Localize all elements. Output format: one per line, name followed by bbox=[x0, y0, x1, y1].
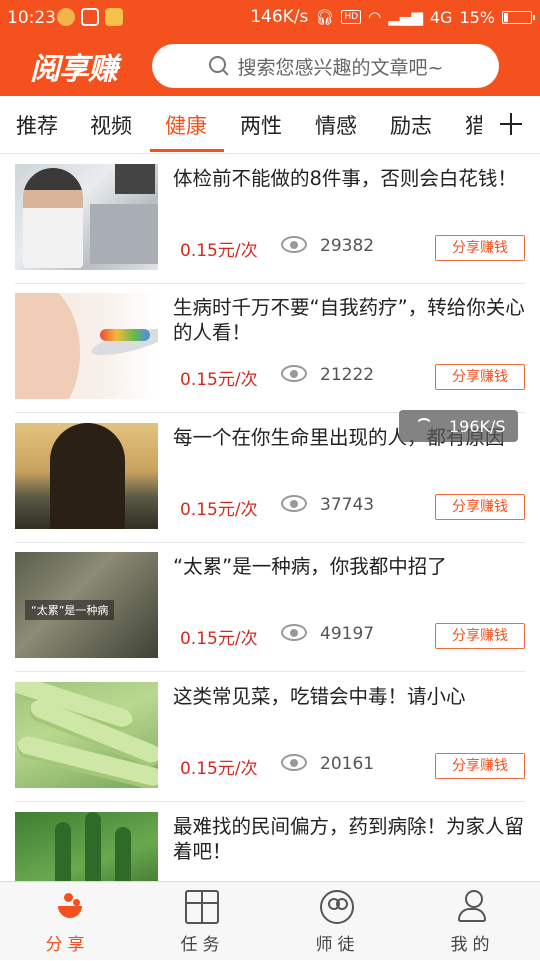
app-logo: 阅享赚 bbox=[30, 52, 118, 87]
search-placeholder: 搜索您感兴趣的文章吧~ bbox=[237, 56, 444, 79]
article-thumbnail bbox=[15, 812, 158, 881]
notification-smile-icon bbox=[105, 8, 123, 26]
battery-icon bbox=[502, 10, 535, 24]
network-speed: 146K/s bbox=[250, 7, 309, 27]
nav-tasks[interactable]: 任务 bbox=[135, 882, 270, 961]
nav-label: 我的 bbox=[450, 935, 495, 955]
status-bar: 10:23 146K/s 🎧︎ HD ◠ ▂▄▆ 4G 15% bbox=[0, 0, 540, 36]
thumbnail-caption: “太累”是一种病 bbox=[25, 600, 115, 620]
article-item[interactable]: 生病时千万不要“自我药疗”，转给你关心的人看！ 0.15元/次 21222 分享… bbox=[0, 283, 540, 413]
share-earn-button[interactable]: 分享赚钱 bbox=[435, 235, 525, 261]
mentor-icon bbox=[320, 890, 354, 924]
article-thumbnail: “太累”是一种病 bbox=[15, 552, 158, 658]
battery-percent: 15% bbox=[459, 7, 495, 27]
article-item[interactable]: 最难找的民间偏方，药到病除！为家人留着吧！ bbox=[0, 802, 540, 881]
article-views: 49197 bbox=[320, 624, 375, 644]
add-tab-icon[interactable] bbox=[482, 96, 540, 153]
bottom-nav: 分享 任务 师徒 我的 bbox=[0, 881, 540, 960]
notification-scan-icon bbox=[81, 8, 99, 26]
article-feed: 体检前不能做的8件事，否则会白花钱！ 0.15元/次 29382 分享赚钱 生病… bbox=[0, 154, 540, 881]
article-title: 生病时千万不要“自我药疗”，转给你关心的人看！ bbox=[173, 296, 525, 344]
search-icon bbox=[208, 55, 230, 77]
share-earn-button[interactable]: 分享赚钱 bbox=[435, 623, 525, 649]
eye-icon bbox=[281, 624, 307, 641]
tab-emotion[interactable]: 情感 bbox=[315, 110, 357, 140]
share-earn-button[interactable]: 分享赚钱 bbox=[435, 364, 525, 390]
share-earn-button[interactable]: 分享赚钱 bbox=[435, 753, 525, 779]
article-item[interactable]: “太累”是一种病 “太累”是一种病，你我都中招了 0.15元/次 49197 分… bbox=[0, 542, 540, 672]
search-input[interactable]: 搜索您感兴趣的文章吧~ bbox=[152, 44, 499, 88]
tab-inspiration[interactable]: 励志 bbox=[390, 110, 432, 140]
article-views: 20161 bbox=[320, 754, 375, 774]
eye-icon bbox=[281, 365, 307, 382]
nav-profile[interactable]: 我的 bbox=[405, 882, 540, 961]
article-title: 最难找的民间偏方，药到病除！为家人留着吧！ bbox=[173, 815, 525, 863]
nav-share[interactable]: 分享 bbox=[0, 882, 135, 961]
signal-icon: ▂▄▆ bbox=[388, 8, 423, 26]
share-icon bbox=[50, 890, 84, 924]
tab-sexuality[interactable]: 两性 bbox=[240, 110, 282, 140]
article-price: 0.15元/次 bbox=[180, 241, 258, 261]
app-header: 10:23 146K/s 🎧︎ HD ◠ ▂▄▆ 4G 15% 阅享赚 搜索您感… bbox=[0, 0, 540, 96]
profile-icon bbox=[455, 890, 489, 924]
tab-health[interactable]: 健康 bbox=[165, 110, 207, 140]
article-title: 体检前不能做的8件事，否则会白花钱！ bbox=[173, 167, 517, 190]
app-bar: 阅享赚 搜索您感兴趣的文章吧~ bbox=[0, 36, 540, 96]
eye-icon bbox=[281, 236, 307, 253]
wifi-icon: ◠ bbox=[368, 8, 382, 26]
article-price: 0.15元/次 bbox=[180, 370, 258, 390]
nav-label: 师徒 bbox=[315, 935, 360, 955]
gift-icon bbox=[185, 890, 219, 924]
wifi-icon bbox=[415, 418, 433, 436]
nav-label: 分享 bbox=[45, 935, 90, 955]
article-views: 37743 bbox=[320, 495, 375, 515]
tab-recommend[interactable]: 推荐 bbox=[16, 110, 58, 140]
status-time: 10:23 bbox=[7, 8, 56, 28]
headphones-icon: 🎧︎ bbox=[315, 8, 335, 26]
share-earn-button[interactable]: 分享赚钱 bbox=[435, 494, 525, 520]
active-tab-indicator bbox=[150, 149, 224, 152]
article-thumbnail bbox=[15, 423, 158, 529]
article-price: 0.15元/次 bbox=[180, 500, 258, 520]
article-title: 这类常见菜，吃错会中毒！请小心 bbox=[173, 685, 466, 708]
article-thumbnail bbox=[15, 682, 158, 788]
article-item[interactable]: 这类常见菜，吃错会中毒！请小心 0.15元/次 20161 分享赚钱 bbox=[0, 672, 540, 802]
hd-icon: HD bbox=[341, 10, 362, 24]
eye-icon bbox=[281, 754, 307, 771]
nav-label: 任务 bbox=[180, 935, 225, 955]
article-item[interactable]: 体检前不能做的8件事，否则会白花钱！ 0.15元/次 29382 分享赚钱 bbox=[0, 154, 540, 284]
article-title: “太累”是一种病，你我都中招了 bbox=[173, 555, 447, 578]
network-type: 4G bbox=[429, 7, 453, 27]
eye-icon bbox=[281, 495, 307, 512]
article-thumbnail bbox=[15, 293, 158, 399]
tab-video[interactable]: 视频 bbox=[90, 110, 132, 140]
article-views: 21222 bbox=[320, 365, 375, 385]
overlay-speed-label: 196K/S bbox=[449, 417, 506, 436]
article-price: 0.15元/次 bbox=[180, 759, 258, 779]
category-tabs: 推荐 视频 健康 两性 情感 励志 猎奇 bbox=[0, 96, 540, 154]
article-views: 29382 bbox=[320, 236, 375, 256]
article-price: 0.15元/次 bbox=[180, 629, 258, 649]
status-right: 146K/s 🎧︎ HD ◠ ▂▄▆ 4G 15% bbox=[250, 7, 535, 27]
notification-app-icon bbox=[57, 8, 75, 26]
nav-mentor[interactable]: 师徒 bbox=[270, 882, 405, 961]
article-thumbnail bbox=[15, 164, 158, 270]
network-speed-overlay: 196K/S bbox=[399, 410, 518, 442]
